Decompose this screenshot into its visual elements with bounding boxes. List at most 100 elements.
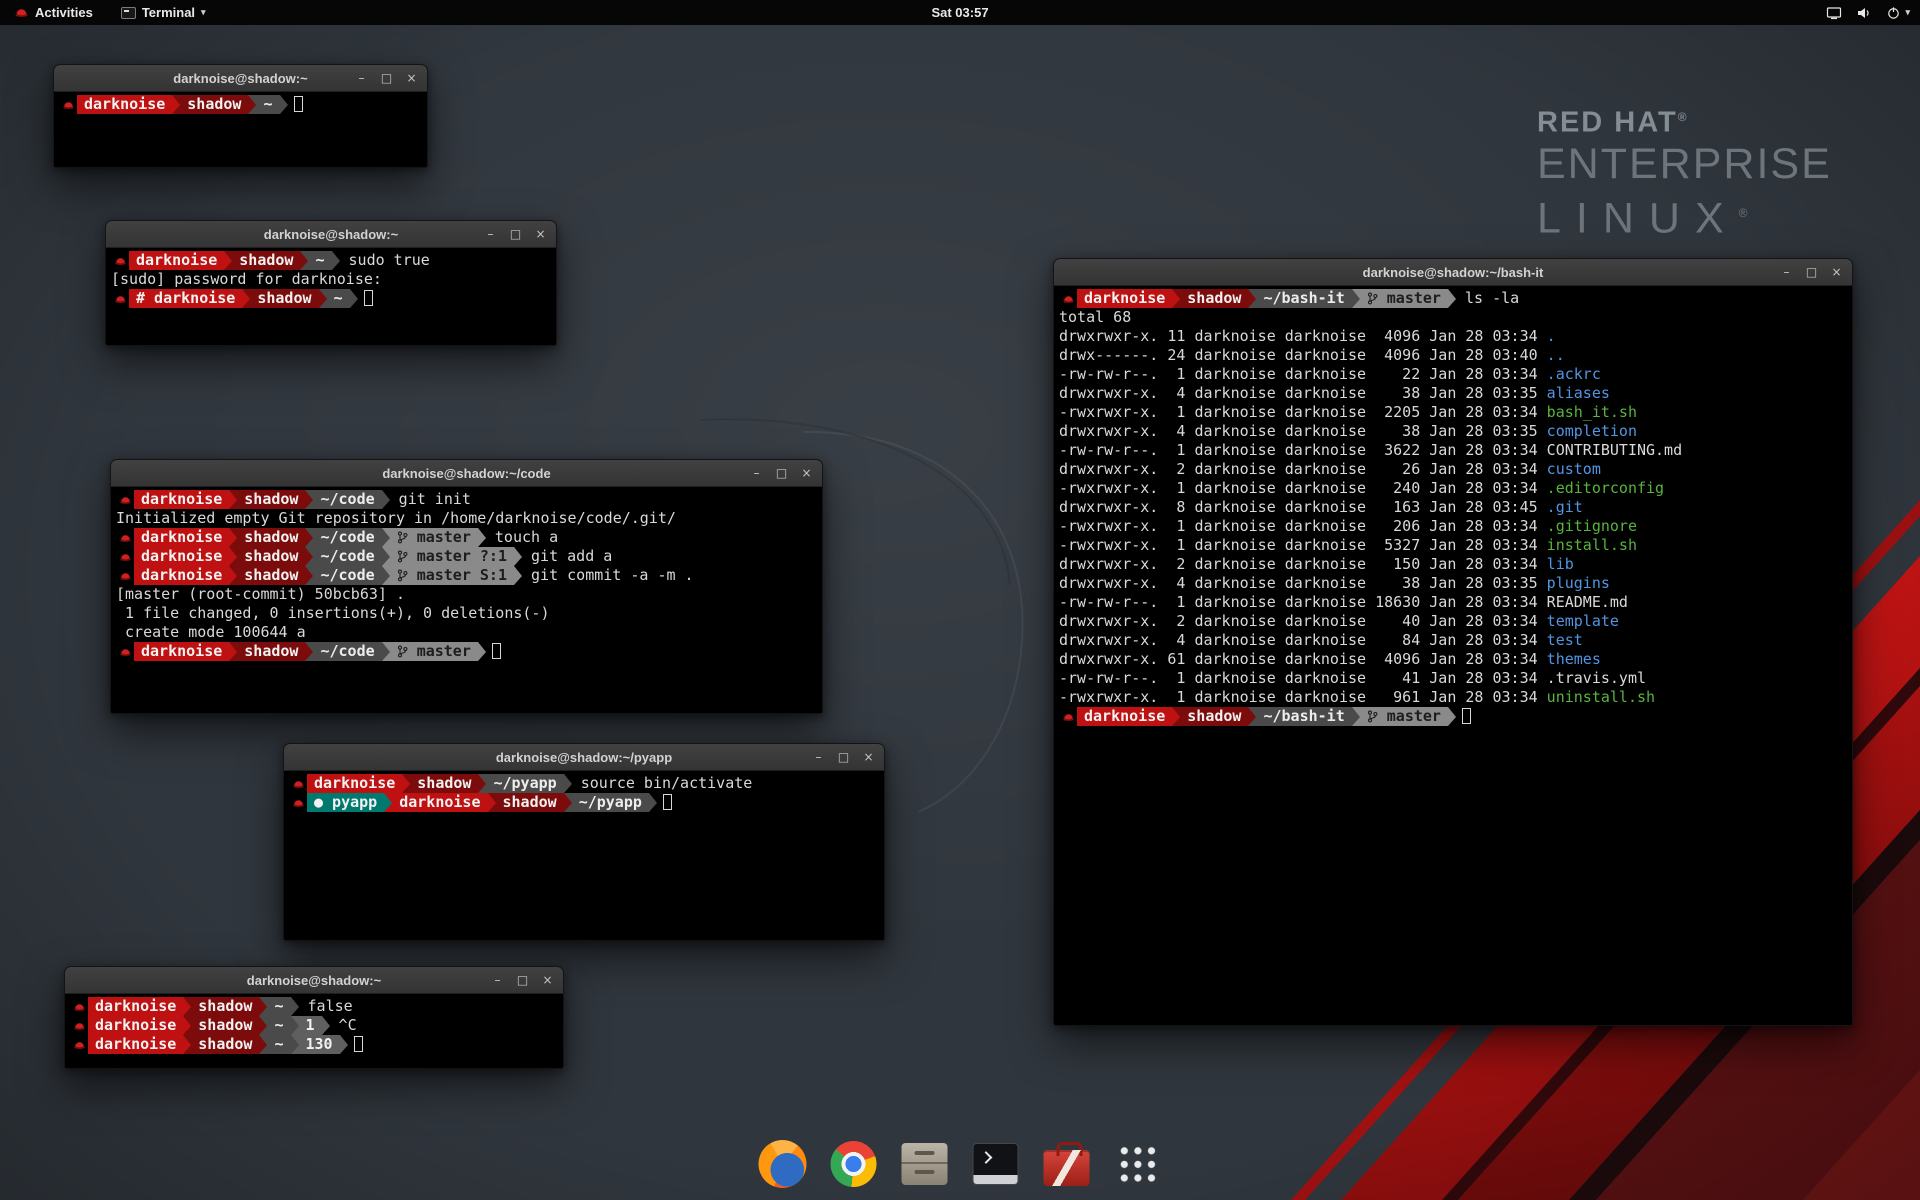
chrome-icon — [831, 1141, 877, 1187]
prompt-segment-path: ~/bash-it — [1256, 707, 1351, 726]
activities-label: Activities — [35, 5, 93, 20]
dock-firefox[interactable] — [755, 1136, 811, 1192]
close-button[interactable]: × — [800, 467, 813, 479]
terminal-window-bash-it: darknoise@shadow:~/bash-it – □ × darknoi… — [1053, 258, 1853, 1026]
minimize-button[interactable]: – — [491, 974, 504, 986]
window-titlebar[interactable]: darknoise@shadow:~ – □ × — [54, 65, 427, 92]
terminal-line: -rw-rw-r--. 1 darknoise darknoise 18630 … — [1059, 593, 1847, 612]
maximize-button[interactable]: □ — [380, 72, 393, 84]
redhat-prompt-icon — [70, 997, 88, 1016]
maximize-button[interactable]: □ — [516, 974, 529, 986]
terminal-content[interactable]: darknoiseshadow~/pyapp source bin/activa… — [284, 771, 884, 815]
maximize-button[interactable]: □ — [775, 467, 788, 479]
terminal-content[interactable]: darknoiseshadow~ falsedarknoiseshadow~1 … — [65, 994, 563, 1057]
powerline-arrow — [1248, 707, 1256, 726]
powerline-arrow — [382, 528, 390, 547]
close-button[interactable]: × — [405, 72, 418, 84]
file-name: completion — [1547, 422, 1637, 440]
powerline-arrow — [305, 566, 313, 585]
window-titlebar[interactable]: darknoise@shadow:~/code – □ × — [111, 460, 822, 487]
close-button[interactable]: × — [534, 228, 547, 240]
window-titlebar[interactable]: darknoise@shadow:~/pyapp – □ × — [284, 744, 884, 771]
prompt-segment-host: shadow — [180, 95, 248, 114]
volume-icon[interactable] — [1856, 5, 1872, 21]
terminal-text: Initialized empty Git repository in /hom… — [116, 509, 676, 527]
prompt-segment-host: shadow — [1180, 707, 1248, 726]
prompt-segment-host: shadow — [232, 251, 300, 270]
redhat-prompt-icon — [59, 95, 77, 114]
window-titlebar[interactable]: darknoise@shadow:~/bash-it – □ × — [1054, 259, 1852, 286]
prompt-segment-status: 1 — [299, 1016, 322, 1035]
window-title: darknoise@shadow:~ — [247, 973, 381, 988]
powerline-arrow — [172, 95, 180, 114]
powerline-arrow — [259, 1016, 267, 1035]
prompt-segment-host: shadow — [237, 528, 305, 547]
terminal-text: drwxrwxr-x. 4 darknoise darknoise 84 Jan… — [1059, 631, 1547, 649]
window-title: darknoise@shadow:~/bash-it — [1363, 265, 1544, 280]
powerline-arrow — [478, 528, 486, 547]
dock-chrome[interactable] — [826, 1136, 882, 1192]
dock-files[interactable] — [897, 1136, 953, 1192]
file-name: template — [1547, 612, 1619, 630]
activities-button[interactable]: Activities — [10, 0, 97, 25]
prompt-segment-path: ~/pyapp — [486, 774, 563, 793]
close-button[interactable]: × — [862, 751, 875, 763]
powerline-arrow — [514, 566, 522, 585]
terminal-line: -rw-rw-r--. 1 darknoise darknoise 3622 J… — [1059, 441, 1847, 460]
minimize-button[interactable]: – — [1780, 266, 1793, 278]
prompt-segment-user: darknoise — [392, 793, 487, 812]
terminal-line: darknoiseshadow~/bash-it master — [1059, 707, 1847, 726]
minimize-button[interactable]: – — [484, 228, 497, 240]
powerline-arrow — [305, 490, 313, 509]
terminal-content[interactable]: darknoiseshadow~/bash-it master ls -lato… — [1054, 286, 1852, 729]
window-titlebar[interactable]: darknoise@shadow:~ – □ × — [106, 221, 556, 248]
display-icon[interactable] — [1826, 5, 1842, 21]
terminal-line: darknoiseshadow~ — [59, 95, 422, 114]
window-titlebar[interactable]: darknoise@shadow:~ – □ × — [65, 967, 563, 994]
terminal-text: -rwxrwxr-x. 1 darknoise darknoise 240 Ja… — [1059, 479, 1547, 497]
maximize-button[interactable]: □ — [1805, 266, 1818, 278]
prompt-segment-host: shadow — [496, 793, 564, 812]
terminal-content[interactable]: darknoiseshadow~/code git initInitialize… — [111, 487, 822, 664]
powerline-arrow — [564, 774, 572, 793]
system-status-area[interactable]: ▾ — [1826, 0, 1910, 25]
prompt-segment-host: shadow — [237, 642, 305, 661]
redhat-logo-icon — [14, 6, 29, 19]
terminal-content[interactable]: darknoiseshadow~ sudo true[sudo] passwor… — [106, 248, 556, 311]
terminal-cursor — [354, 1036, 363, 1052]
maximize-button[interactable]: □ — [837, 751, 850, 763]
file-name: lib — [1547, 555, 1574, 573]
close-button[interactable]: × — [541, 974, 554, 986]
minimize-button[interactable]: – — [750, 467, 763, 479]
powerline-arrow — [1352, 289, 1360, 308]
terminal-text: total 68 — [1059, 308, 1131, 326]
powerline-arrow — [248, 95, 256, 114]
dock-toolbox[interactable] — [1039, 1136, 1095, 1192]
prompt-segment-user: darknoise — [1077, 707, 1172, 726]
powerline-arrow — [402, 774, 410, 793]
power-icon[interactable]: ▾ — [1886, 5, 1910, 20]
app-menu-terminal[interactable]: Terminal ▾ — [117, 0, 210, 25]
maximize-button[interactable]: □ — [509, 228, 522, 240]
terminal-cursor — [364, 290, 373, 306]
powerline-arrow — [514, 547, 522, 566]
file-name: .ackrc — [1547, 365, 1601, 383]
terminal-content[interactable]: darknoiseshadow~ — [54, 92, 427, 117]
powerline-arrow — [478, 774, 486, 793]
dock-terminal[interactable] — [968, 1136, 1024, 1192]
prompt-segment-path: ~ — [267, 1035, 290, 1054]
chevron-down-icon: ▾ — [201, 7, 206, 18]
minimize-button[interactable]: – — [355, 72, 368, 84]
close-button[interactable]: × — [1830, 266, 1843, 278]
dock-app-grid[interactable] — [1110, 1136, 1166, 1192]
powerline-arrow — [1448, 289, 1456, 308]
files-icon — [902, 1143, 948, 1185]
terminal-line: drwxrwxr-x. 4 darknoise darknoise 38 Jan… — [1059, 422, 1847, 441]
powerline-arrow — [1248, 289, 1256, 308]
brand-linux: LINUX® — [1537, 189, 1832, 243]
minimize-button[interactable]: – — [812, 751, 825, 763]
clock[interactable]: Sat 03:57 — [931, 0, 988, 25]
powerline-arrow — [300, 251, 308, 270]
redhat-prompt-icon — [116, 490, 134, 509]
prompt-segment-user: darknoise — [88, 1016, 183, 1035]
